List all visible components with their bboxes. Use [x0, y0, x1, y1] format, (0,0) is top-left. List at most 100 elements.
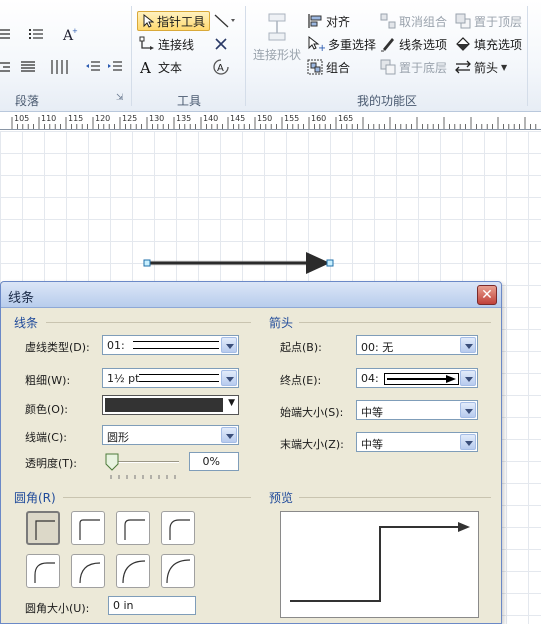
chevron-down-icon[interactable] — [460, 337, 476, 353]
start-handle[interactable] — [143, 259, 151, 267]
round-corner-icon — [124, 519, 145, 540]
multi-select-button[interactable]: + 多重选择 — [307, 34, 376, 54]
cap-select[interactable]: 圆形 — [102, 425, 239, 445]
weight-select[interactable]: 1½ pt — [102, 368, 239, 388]
pointer-tool-button[interactable]: 指针工具 — [137, 11, 211, 31]
transparency-slider-thumb[interactable] — [105, 453, 119, 471]
chevron-down-icon[interactable] — [221, 370, 237, 386]
tools-group-label: 工具 — [177, 94, 202, 108]
dash-type-select[interactable]: 01: — [102, 335, 239, 355]
group-button[interactable]: 组合 — [307, 57, 350, 77]
svg-text:+: + — [318, 43, 325, 52]
transparency-value: 0% — [202, 455, 220, 468]
multi-select-label: 多重选择 — [328, 37, 377, 52]
bullet-list-icon — [29, 29, 43, 39]
text-tool-button[interactable]: A 文本 — [139, 57, 182, 77]
weight-sample — [139, 374, 219, 382]
bullets-button[interactable] — [28, 24, 44, 44]
bring-front-label: 置于顶层 — [474, 14, 523, 29]
horizontal-ruler: 105 110 115 120 125 130 135 140 145 150 155 160 165 — [0, 113, 541, 130]
begin-size-select[interactable]: 中等 — [356, 400, 478, 420]
begin-arrow-select[interactable]: 00: 无 — [356, 335, 478, 355]
ruler-label: 145 — [230, 114, 246, 123]
send-back-button[interactable]: 置于底层 — [380, 57, 447, 77]
decrease-indent-icon — [86, 61, 100, 71]
align-label: 对齐 — [326, 14, 351, 29]
end-arrow-select[interactable]: 04: — [356, 368, 478, 388]
ruler-label: 120 — [95, 114, 111, 123]
chevron-down-icon[interactable] — [460, 402, 476, 418]
cap-value: 圆形 — [107, 431, 129, 444]
align-right-button[interactable] — [0, 57, 12, 77]
ruler-label: 130 — [149, 114, 165, 123]
font-size-button[interactable]: A + — [62, 24, 78, 44]
connector-icon — [139, 36, 154, 50]
end-arrow-sample — [384, 373, 459, 385]
weight-label: 粗细(W): — [25, 374, 71, 387]
bring-front-button[interactable]: 置于顶层 — [455, 11, 522, 31]
end-handle[interactable] — [326, 259, 334, 267]
fill-options-label: 填充选项 — [474, 37, 523, 52]
rounding-size-input[interactable]: 0 in — [108, 596, 196, 615]
canvas-shapes — [143, 252, 334, 274]
send-to-back-icon — [380, 59, 396, 75]
line-tool-button[interactable] — [214, 11, 236, 31]
ruler-label: 135 — [176, 114, 192, 123]
rotate-text-button[interactable]: A — [212, 57, 230, 77]
corner-option-square[interactable] — [26, 511, 60, 545]
group-separator — [245, 6, 246, 106]
ungroup-button[interactable]: 取消组合 — [380, 11, 447, 31]
corner-option-1[interactable] — [71, 511, 105, 545]
corner-option-3[interactable] — [161, 511, 195, 545]
close-button[interactable]: ✕ — [477, 285, 497, 305]
dash-type-label: 虚线类型(D): — [25, 341, 90, 354]
round-corner-icon — [169, 519, 190, 540]
bring-to-front-icon — [455, 13, 471, 29]
color-select[interactable]: ▼ — [102, 395, 239, 415]
arrow-section-title: 箭头 — [269, 316, 294, 330]
corner-option-6[interactable] — [116, 554, 150, 588]
end-size-select[interactable]: 中等 — [356, 432, 478, 452]
arrow-dropdown-icon: ▼ — [501, 62, 508, 72]
transparency-input[interactable]: 0% — [189, 452, 239, 471]
round-corner-icon — [79, 519, 100, 540]
close-shape-button[interactable] — [214, 34, 228, 54]
corner-option-4[interactable] — [26, 554, 60, 588]
chevron-down-icon[interactable] — [460, 434, 476, 450]
begin-size-label: 始端大小(S): — [280, 406, 344, 419]
decrease-indent-button[interactable] — [85, 57, 101, 77]
color-swatch — [105, 398, 223, 412]
connector-tool-button[interactable]: 连接线 — [139, 34, 194, 54]
color-dropdown-icon[interactable]: ▼ — [228, 398, 235, 408]
x-icon — [215, 38, 227, 50]
group-icon — [307, 59, 323, 75]
corner-option-5[interactable] — [71, 554, 105, 588]
my-functions-group-label: 我的功能区 — [357, 94, 418, 108]
align-left-button[interactable] — [0, 24, 12, 44]
increase-indent-button[interactable] — [107, 57, 123, 77]
ruler-label: 110 — [41, 114, 57, 123]
distribute-icon — [51, 60, 68, 74]
corner-option-2[interactable] — [116, 511, 150, 545]
fill-options-button[interactable]: 填充选项 — [455, 34, 522, 54]
corner-option-7[interactable] — [161, 554, 195, 588]
line-options-button[interactable]: 线条选项 — [380, 34, 447, 54]
connect-shapes-button[interactable]: 连接形状 — [250, 12, 304, 72]
section-divider — [299, 497, 491, 498]
weight-value: 1½ pt — [107, 372, 140, 385]
transparency-label: 透明度(T): — [25, 457, 78, 470]
square-corner-icon — [35, 520, 55, 540]
chevron-down-icon[interactable] — [221, 337, 237, 353]
align-button[interactable]: 对齐 — [307, 11, 350, 31]
arrow-button[interactable]: 箭头 ▼ — [455, 57, 507, 77]
ruler-label: 115 — [68, 114, 84, 123]
chevron-down-icon[interactable] — [221, 427, 237, 443]
dialog-titlebar[interactable]: 线条 ✕ — [1, 282, 501, 308]
distribute-button[interactable] — [50, 57, 70, 77]
round-corner-icon — [122, 560, 146, 584]
paragraph-dialog-launcher-icon[interactable]: ⇲ — [116, 93, 124, 103]
ruler-label: 105 — [14, 114, 30, 123]
align-right-icon — [0, 62, 10, 72]
justify-button[interactable] — [20, 57, 36, 77]
chevron-down-icon[interactable] — [460, 370, 476, 386]
